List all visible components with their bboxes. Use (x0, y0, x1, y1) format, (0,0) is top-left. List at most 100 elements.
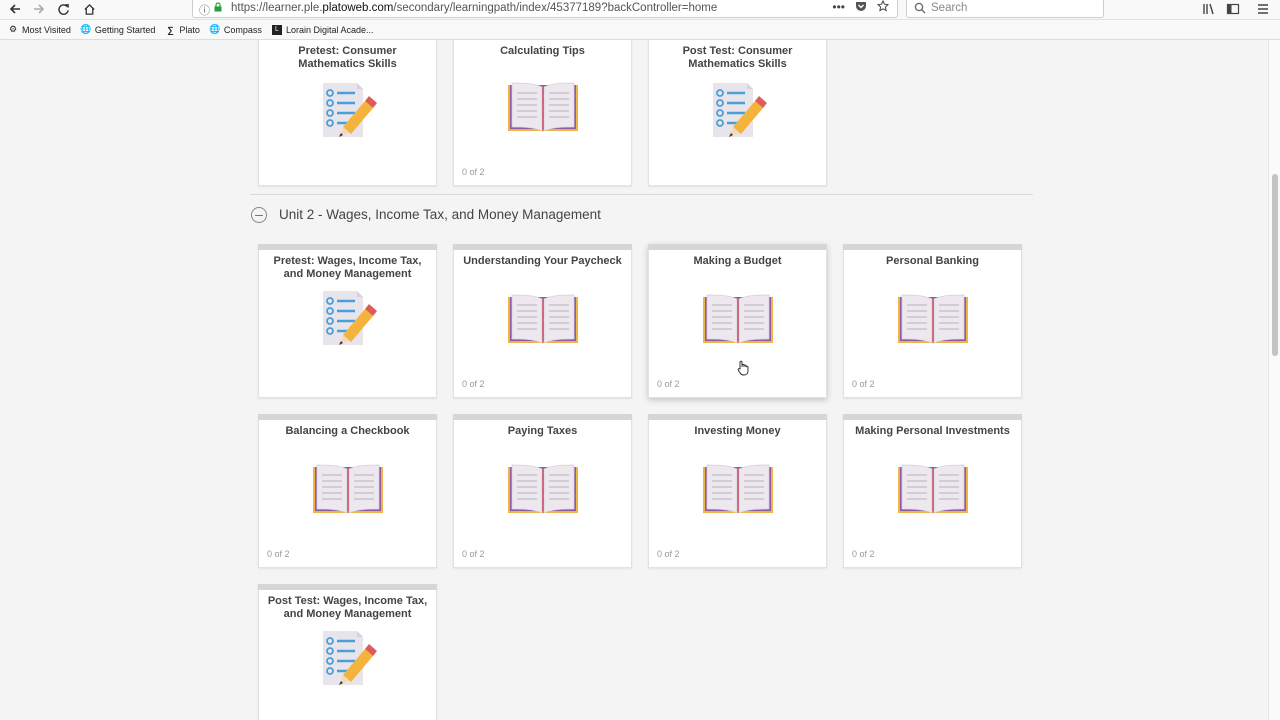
home-button[interactable] (78, 0, 100, 18)
search-icon (914, 2, 926, 14)
bookmark-lorain-digital[interactable]: L Lorain Digital Acade... (271, 24, 374, 35)
search-placeholder: Search (931, 2, 968, 14)
home-icon (83, 3, 95, 15)
school-icon: L (271, 24, 282, 35)
progress-label: 0 of 2 (267, 549, 290, 559)
forward-arrow-icon (34, 4, 45, 14)
library-icon[interactable] (1202, 2, 1216, 16)
bookmark-label: Most Visited (22, 24, 71, 35)
back-arrow-icon (9, 4, 20, 14)
card-title: Post Test: Consumer Mathematics Skills (682, 45, 793, 70)
activity-card[interactable]: Investing Money 0 of 2 (648, 414, 827, 568)
activity-card[interactable]: Post Test: Consumer Mathematics Skills (648, 40, 827, 186)
lock-icon (214, 2, 222, 12)
activity-card[interactable]: Understanding Your Paycheck 0 of 2 (453, 244, 632, 398)
url-domain: platoweb.com (322, 2, 394, 14)
checklist-pencil-icon (317, 629, 379, 692)
card-title: Pretest: Consumer Mathematics Skills (298, 45, 397, 70)
bookmark-compass[interactable]: 🌐 Compass (209, 24, 262, 35)
card-title: Making a Budget (693, 255, 782, 267)
card-topbar (648, 244, 827, 250)
back-button[interactable] (4, 0, 26, 18)
bookmark-plato[interactable]: ∑ Plato (165, 25, 200, 35)
menu-icon[interactable] (1256, 2, 1270, 16)
hand-cursor-icon (737, 360, 749, 376)
progress-label: 0 of 2 (462, 379, 485, 389)
globe-icon: 🌐 (209, 24, 221, 34)
card-topbar (258, 414, 437, 420)
url-path: /secondary/learningpath/index/45377189?b… (393, 2, 718, 14)
open-book-icon (506, 81, 580, 140)
card-title: Personal Banking (886, 255, 979, 267)
scrollbar-thumb[interactable] (1272, 174, 1278, 356)
card-title: Paying Taxes (507, 425, 578, 437)
card-topbar (453, 414, 632, 420)
card-topbar (843, 414, 1022, 420)
card-title: Understanding Your Paycheck (463, 255, 622, 267)
checklist-pencil-icon (317, 81, 379, 144)
collapse-unit-button[interactable] (251, 207, 267, 223)
progress-label: 0 of 2 (462, 549, 485, 559)
minus-icon (255, 214, 263, 216)
plato-icon: ∑ (167, 24, 174, 35)
activity-card[interactable]: Calculating Tips 0 of 2 (453, 40, 632, 186)
url-text: https://learner.ple.platoweb.com/seconda… (231, 2, 717, 14)
bookmark-label: Lorain Digital Acade... (285, 24, 374, 35)
activity-card[interactable]: Post Test: Wages, Income Tax, and Money … (258, 584, 437, 720)
bookmark-label: Compass (223, 24, 262, 35)
bookmark-getting-started[interactable]: 🌐 Getting Started (80, 24, 156, 35)
bookmarks-bar: ⚙ Most Visited 🌐 Getting Started ∑ Plato… (0, 20, 1280, 40)
page-scrollbar[interactable] (1268, 40, 1280, 720)
progress-label: 0 of 2 (852, 379, 875, 389)
globe-icon: 🌐 (80, 24, 92, 34)
progress-label: 0 of 2 (462, 167, 485, 177)
open-book-icon (701, 293, 775, 352)
open-book-icon (896, 293, 970, 352)
activity-card[interactable]: Pretest: Consumer Mathematics Skills (258, 40, 437, 186)
bookmark-star-icon[interactable] (877, 0, 889, 12)
learning-path-page: Pretest: Consumer Mathematics Skills Cal… (0, 40, 1268, 720)
info-icon[interactable]: ⓘ (199, 2, 210, 18)
bookmark-most-visited[interactable]: ⚙ Most Visited (8, 24, 71, 35)
activity-card[interactable]: Making Personal Investments 0 of 2 (843, 414, 1022, 568)
card-title: Pretest: Wages, Income Tax, and Money Ma… (273, 255, 422, 280)
search-input[interactable]: Search (906, 0, 1104, 18)
activity-card[interactable]: Personal Banking 0 of 2 (843, 244, 1022, 398)
activity-card[interactable]: Paying Taxes 0 of 2 (453, 414, 632, 568)
card-title: Making Personal Investments (855, 425, 1010, 437)
forward-button[interactable] (28, 0, 50, 18)
checklist-pencil-icon (317, 289, 379, 352)
url-input[interactable]: ⓘ https://learner.ple.platoweb.com/secon… (192, 0, 898, 18)
card-title: Investing Money (694, 425, 781, 437)
card-topbar (258, 584, 437, 590)
gear-icon: ⚙ (8, 24, 18, 34)
bookmark-label: Plato (179, 24, 200, 35)
card-title: Balancing a Checkbook (285, 425, 410, 437)
progress-label: 0 of 2 (657, 379, 680, 389)
unit-title[interactable]: Unit 2 - Wages, Income Tax, and Money Ma… (279, 207, 601, 222)
url-actions: ••• (832, 0, 889, 14)
open-book-icon (311, 463, 385, 522)
open-book-icon (506, 463, 580, 522)
open-book-icon (506, 293, 580, 352)
open-book-icon (701, 463, 775, 522)
sidebar-icon[interactable] (1226, 2, 1240, 16)
progress-label: 0 of 2 (657, 549, 680, 559)
browser-toolbar: ⓘ https://learner.ple.platoweb.com/secon… (0, 0, 1280, 20)
card-topbar (648, 414, 827, 420)
card-title: Calculating Tips (500, 45, 585, 57)
card-topbar (258, 244, 437, 250)
url-prefix: https://learner.ple. (231, 2, 323, 14)
activity-card[interactable]: Balancing a Checkbook 0 of 2 (258, 414, 437, 568)
page-actions-button[interactable]: ••• (832, 0, 845, 14)
open-book-icon (896, 463, 970, 522)
card-topbar (453, 244, 632, 250)
checklist-pencil-icon (707, 81, 769, 144)
activity-card[interactable]: Pretest: Wages, Income Tax, and Money Ma… (258, 244, 437, 398)
card-topbar (843, 244, 1022, 250)
card-title: Post Test: Wages, Income Tax, and Money … (267, 595, 428, 620)
reload-button[interactable] (52, 0, 74, 18)
bookmark-label: Getting Started (94, 24, 156, 35)
reload-icon (57, 3, 69, 15)
pocket-icon[interactable] (855, 0, 867, 12)
